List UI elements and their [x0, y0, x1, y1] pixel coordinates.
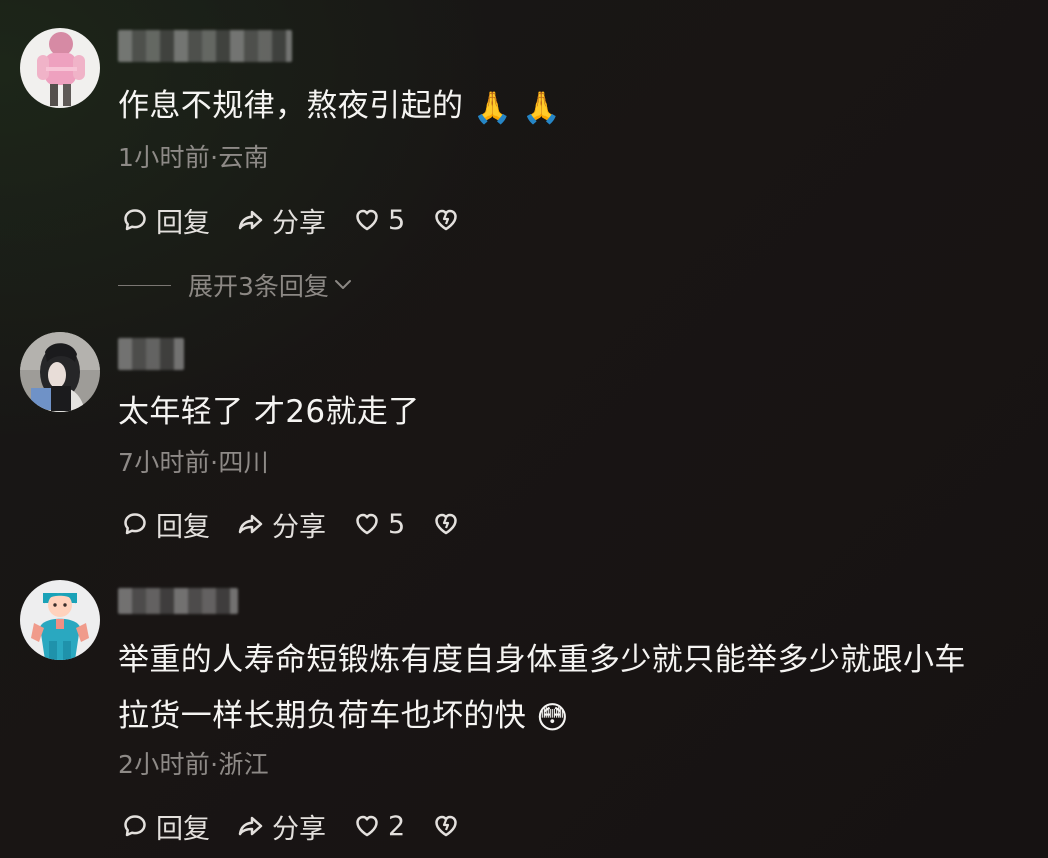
- comment-item-1: 作息不规律，熬夜引起的 🙏 🙏 1小时前·云南 回复 分享 5 展开3条回复: [0, 0, 1048, 310]
- comment-meta-3: 2小时前·浙江: [118, 750, 269, 779]
- expand-divider-line: [118, 284, 171, 286]
- share-label-2: 分享: [272, 511, 326, 543]
- blurred-username-2[interactable]: [118, 338, 184, 370]
- expand-replies-button-1[interactable]: 展开3条回复: [118, 267, 360, 303]
- comment-item-3: 举重的人寿命短锻炼有度自身体重多少就只能举多少就跟小车 拉货一样长期负荷车也坏的…: [0, 570, 1048, 858]
- share-label-1: 分享: [272, 207, 326, 239]
- share-button-3[interactable]: 分享: [234, 807, 326, 846]
- comment-text-1: 作息不规律，熬夜引起的 🙏 🙏: [118, 80, 1038, 133]
- prayer-hands-emoji-1: 🙏: [473, 90, 513, 126]
- comment-text-2: 太年轻了 才26就走了: [118, 394, 420, 430]
- heart-icon: [350, 507, 384, 541]
- share-arrow-icon: [234, 507, 268, 541]
- chevron-down-icon: [330, 272, 356, 298]
- comment-text-3: 举重的人寿命短锻炼有度自身体重多少就只能举多少就跟小车 拉货一样长期负荷车也坏的…: [118, 632, 1038, 744]
- dislike-button-1[interactable]: [429, 203, 467, 237]
- comment-text-1-content: 作息不规律，熬夜引起的: [118, 88, 464, 124]
- share-button-1[interactable]: 分享: [234, 201, 326, 240]
- comment-bubble-icon: [118, 809, 152, 843]
- like-count-2: 5: [388, 508, 406, 540]
- like-button-2[interactable]: 5: [350, 507, 405, 541]
- heart-icon: [350, 809, 384, 843]
- comment-actions-1: 回复 分享 5: [118, 200, 491, 240]
- reply-label-2: 回复: [156, 511, 210, 543]
- broken-heart-icon: [429, 809, 463, 843]
- avatar-user-2[interactable]: [20, 332, 100, 412]
- comment-meta-1: 1小时前·云南: [118, 143, 269, 172]
- comment-bubble-icon: [118, 203, 152, 237]
- blurred-username-1[interactable]: [118, 30, 292, 62]
- share-arrow-icon: [234, 203, 268, 237]
- reply-button-3[interactable]: 回复: [118, 807, 210, 846]
- reply-button-1[interactable]: 回复: [118, 201, 210, 240]
- share-arrow-icon: [234, 809, 268, 843]
- avatar-image-1: [20, 28, 100, 108]
- dislike-button-2[interactable]: [429, 507, 467, 541]
- comment-text-3-line-2: 拉货一样长期负荷车也坏的快 😳: [118, 688, 1038, 744]
- comment-bubble-icon: [118, 507, 152, 541]
- heart-icon: [350, 203, 384, 237]
- comment-text-3-line-2-content: 拉货一样长期负荷车也坏的快: [118, 698, 527, 734]
- comment-actions-3: 回复 分享 2: [118, 806, 491, 846]
- prayer-hands-emoji-2: 🙏: [522, 90, 562, 126]
- expand-replies-label: 展开3条回复: [188, 272, 329, 301]
- share-button-2[interactable]: 分享: [234, 505, 326, 544]
- share-label-3: 分享: [272, 813, 326, 845]
- like-count-3: 2: [388, 810, 406, 842]
- avatar-user-3[interactable]: [20, 580, 100, 660]
- blurred-username-3[interactable]: [118, 588, 238, 614]
- broken-heart-icon: [429, 507, 463, 541]
- like-button-1[interactable]: 5: [350, 203, 405, 237]
- broken-heart-icon: [429, 203, 463, 237]
- reply-label-3: 回复: [156, 813, 210, 845]
- comment-actions-2: 回复 分享 5: [118, 504, 491, 544]
- like-button-3[interactable]: 2: [350, 809, 405, 843]
- avatar-user-1[interactable]: [20, 28, 100, 108]
- comment-text-3-line-1: 举重的人寿命短锻炼有度自身体重多少就只能举多少就跟小车: [118, 642, 966, 678]
- avatar-image-2: [20, 332, 100, 412]
- like-count-1: 5: [388, 204, 406, 236]
- comment-item-2: 太年轻了 才26就走了 7小时前·四川 回复 分享 5: [0, 310, 1048, 570]
- comment-meta-2: 7小时前·四川: [118, 448, 269, 477]
- dislike-button-3[interactable]: [429, 809, 467, 843]
- reply-label-1: 回复: [156, 207, 210, 239]
- flushed-face-emoji: 😳: [536, 700, 569, 736]
- avatar-image-3: [20, 580, 100, 660]
- reply-button-2[interactable]: 回复: [118, 505, 210, 544]
